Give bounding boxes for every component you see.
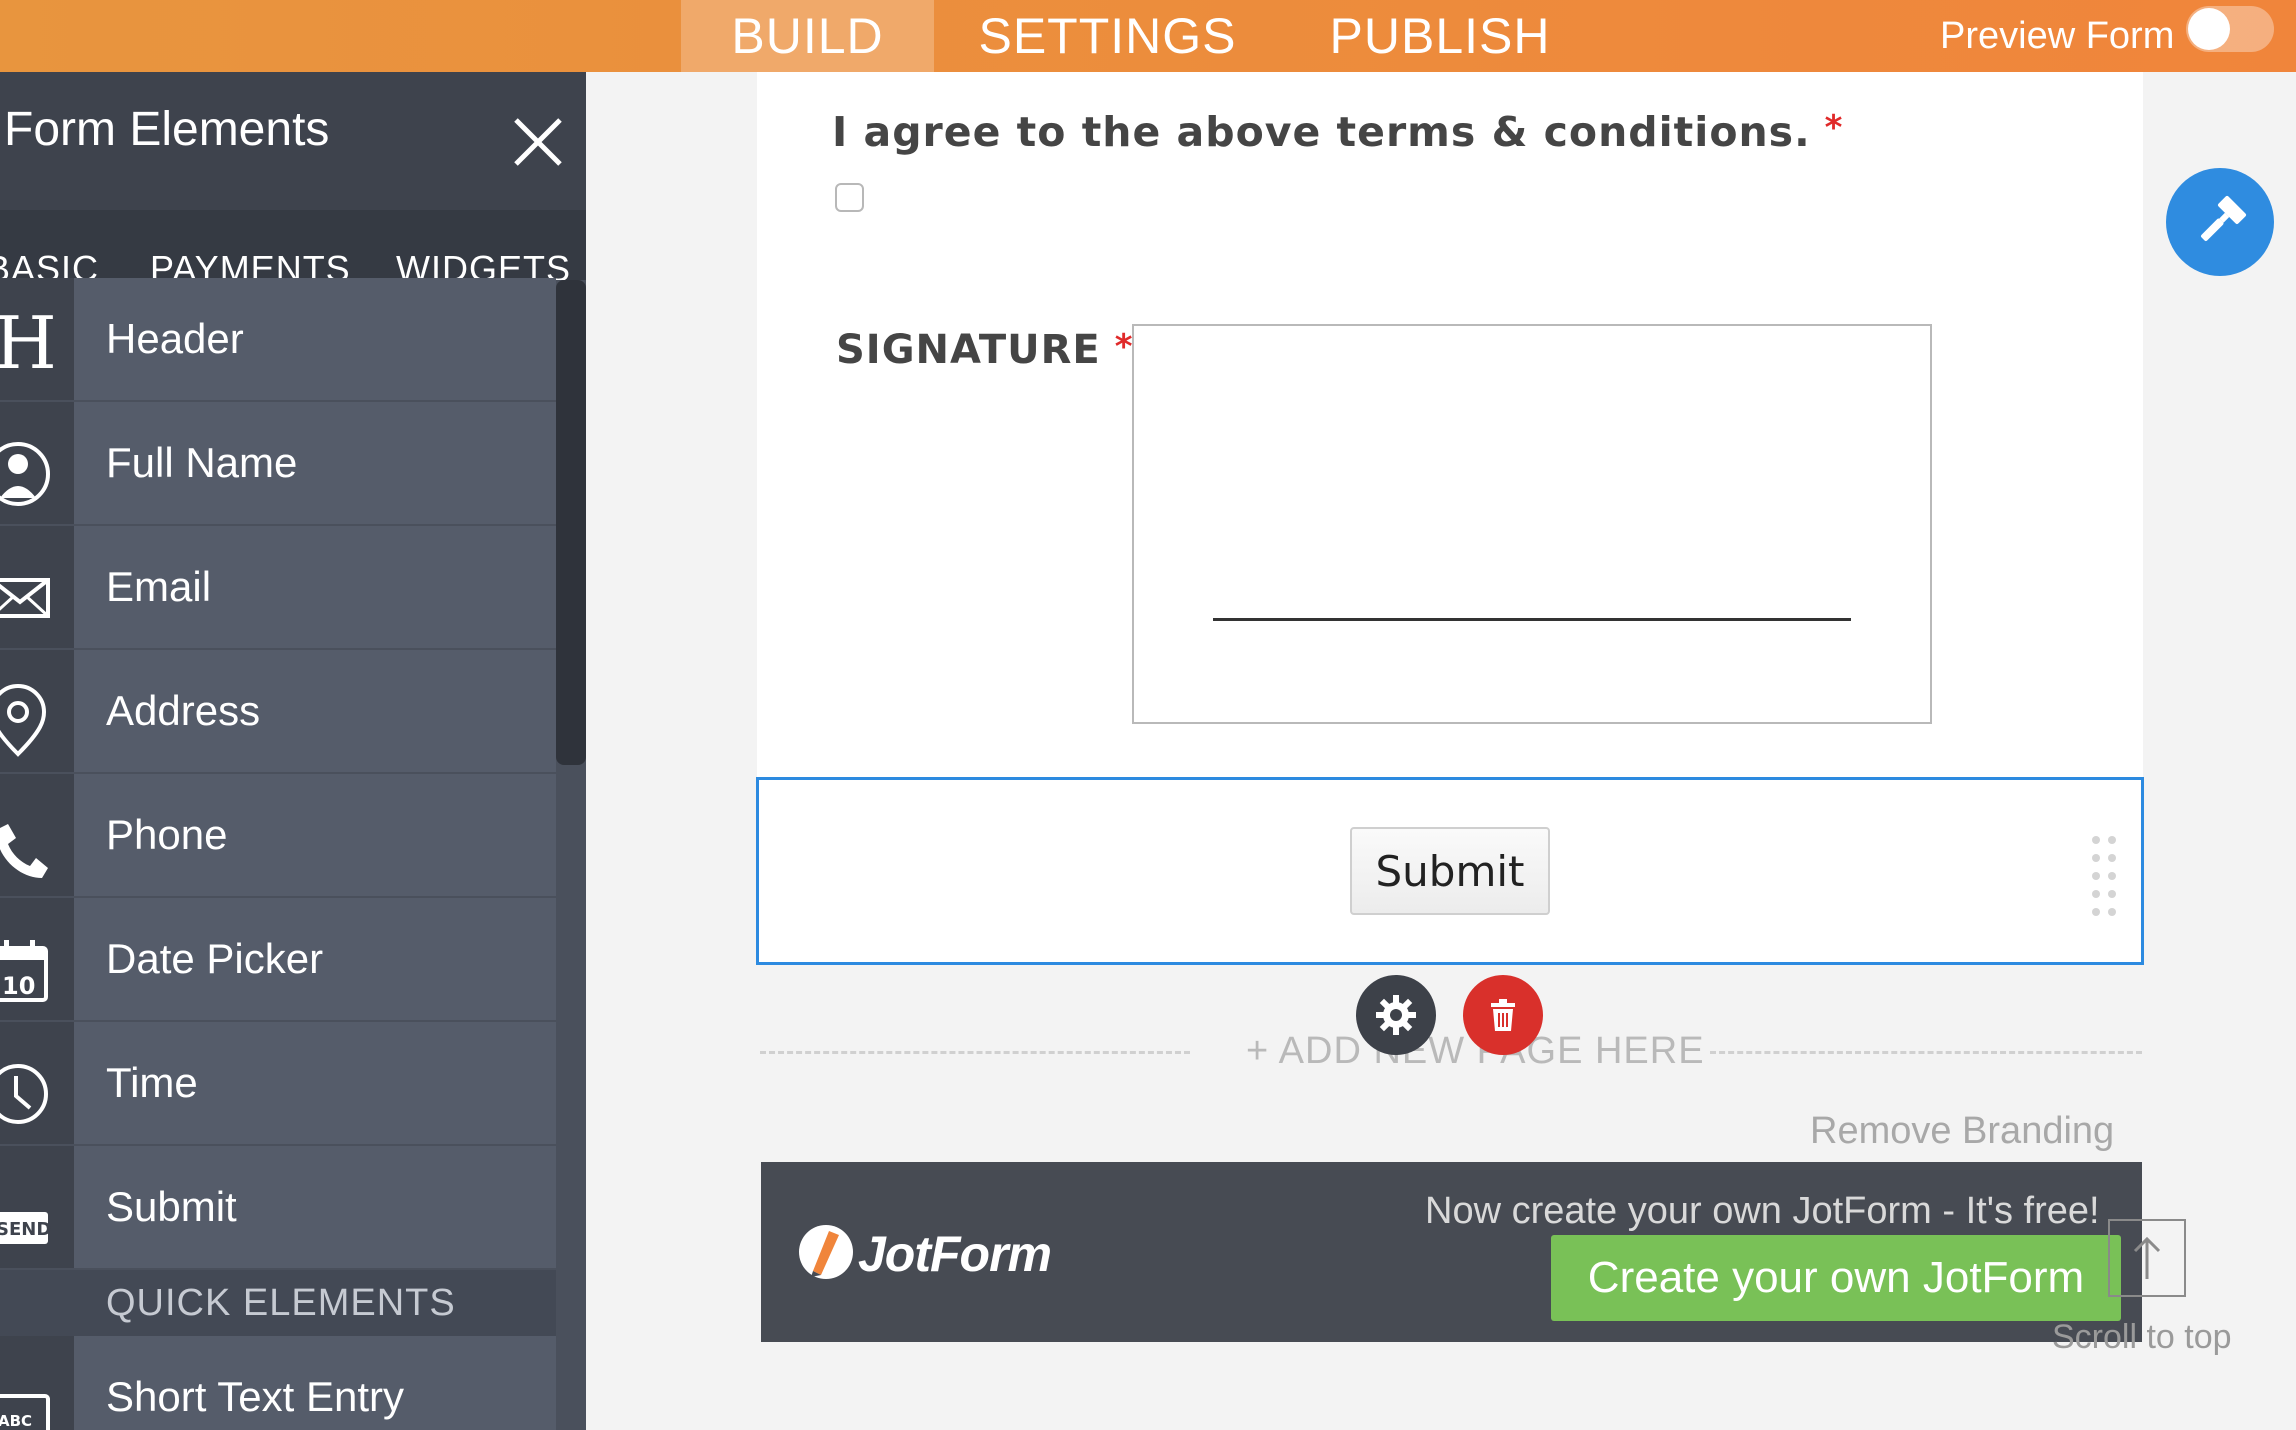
form-designer-button[interactable] bbox=[2166, 168, 2274, 276]
page-break-divider-left bbox=[760, 1051, 1190, 1054]
jotform-logo-text: JotForm bbox=[858, 1226, 1052, 1282]
required-mark: * bbox=[1824, 108, 1844, 148]
required-mark: * bbox=[1114, 327, 1134, 367]
form-elements-sidebar: Form Elements BASIC PAYMENTS WIDGETS H H… bbox=[0, 72, 586, 1430]
close-sidebar-button[interactable] bbox=[508, 112, 568, 172]
tab-settings[interactable]: SETTINGS bbox=[940, 0, 1275, 72]
scroll-to-top-label: Scroll to top bbox=[2052, 1318, 2232, 1356]
element-label: Full Name bbox=[106, 439, 298, 486]
calendar-icon-text: 10 bbox=[2, 972, 35, 1000]
send-icon-text: SEND bbox=[0, 1219, 51, 1240]
preview-form-label: Preview Form bbox=[1940, 15, 2175, 57]
element-label: Header bbox=[106, 315, 244, 362]
element-date-picker[interactable]: 10 Date Picker bbox=[0, 898, 556, 1022]
sidebar-title: Form Elements bbox=[4, 103, 330, 156]
element-submit[interactable]: SEND Submit bbox=[0, 1146, 556, 1270]
element-label: Address bbox=[106, 687, 261, 734]
sidebar-tab-widgets[interactable]: WIDGETS bbox=[396, 248, 571, 280]
element-label: Short Text Entry bbox=[106, 1373, 405, 1420]
element-address[interactable]: Address bbox=[0, 650, 556, 774]
phone-icon bbox=[0, 774, 74, 896]
scroll-to-top-button[interactable] bbox=[2108, 1219, 2186, 1297]
tab-publish[interactable]: PUBLISH bbox=[1290, 0, 1590, 72]
sidebar-header: Form Elements bbox=[0, 72, 586, 210]
submit-button[interactable]: Submit bbox=[1350, 827, 1550, 915]
element-time[interactable]: Time bbox=[0, 1022, 556, 1146]
create-jotform-button[interactable]: Create your own JotForm bbox=[1551, 1235, 2121, 1321]
calendar-icon: 10 bbox=[0, 898, 74, 1020]
element-full-name[interactable]: Full Name bbox=[0, 402, 556, 526]
paint-roller-icon bbox=[2201, 195, 2247, 241]
user-icon bbox=[0, 402, 74, 524]
element-label: Date Picker bbox=[106, 935, 324, 982]
page-break-divider-right bbox=[1710, 1051, 2142, 1054]
element-short-text-entry[interactable]: ABC Short Text Entry bbox=[0, 1336, 556, 1430]
element-header[interactable]: H Header bbox=[0, 278, 556, 402]
signature-label-text: SIGNATURE bbox=[836, 327, 1101, 373]
sidebar-tab-payments[interactable]: PAYMENTS bbox=[150, 248, 351, 280]
gear-icon bbox=[1376, 995, 1416, 1035]
delete-field-button[interactable] bbox=[1463, 975, 1543, 1055]
clock-icon bbox=[0, 1022, 74, 1144]
terms-label-text: I agree to the above terms & conditions. bbox=[832, 108, 1811, 156]
text-box-icon: ABC bbox=[0, 1336, 74, 1430]
element-label: Email bbox=[106, 563, 212, 610]
text-box-icon-text: ABC bbox=[0, 1412, 32, 1430]
signature-question-label: SIGNATURE * bbox=[836, 327, 1134, 373]
arrow-up-icon bbox=[2133, 1236, 2161, 1279]
element-label: Submit bbox=[106, 1183, 237, 1230]
close-icon bbox=[514, 118, 562, 166]
element-label: Time bbox=[106, 1059, 198, 1106]
element-list: H Header Full Name Email Address Phone 1… bbox=[0, 278, 556, 1430]
send-icon: SEND bbox=[0, 1146, 74, 1268]
banner-tagline: Now create your own JotForm - It's free! bbox=[1425, 1190, 2100, 1232]
sidebar-tabs: BASIC PAYMENTS WIDGETS bbox=[0, 210, 586, 280]
element-email[interactable]: Email bbox=[0, 526, 556, 650]
jotform-logo-icon bbox=[799, 1225, 853, 1279]
sidebar-scrollbar[interactable] bbox=[556, 280, 586, 765]
toggle-knob bbox=[2188, 8, 2230, 50]
signature-line bbox=[1213, 618, 1851, 621]
sidebar-tab-basic[interactable]: BASIC bbox=[0, 248, 99, 280]
location-pin-icon bbox=[0, 650, 74, 772]
terms-question-label: I agree to the above terms & conditions.… bbox=[832, 108, 1843, 156]
remove-branding-link[interactable]: Remove Branding bbox=[1810, 1110, 2114, 1153]
signature-pad[interactable] bbox=[1132, 324, 1932, 724]
header-icon: H bbox=[0, 278, 74, 400]
element-phone[interactable]: Phone bbox=[0, 774, 556, 898]
quick-elements-label: QUICK ELEMENTS bbox=[106, 1282, 456, 1324]
envelope-icon bbox=[0, 526, 74, 648]
drag-handle[interactable] bbox=[2090, 836, 2118, 916]
field-settings-button[interactable] bbox=[1356, 975, 1436, 1055]
element-label: Phone bbox=[106, 811, 228, 858]
svg-text:H: H bbox=[0, 301, 57, 385]
tab-build[interactable]: BUILD bbox=[681, 0, 934, 72]
trash-icon bbox=[1491, 999, 1515, 1031]
preview-form-toggle[interactable] bbox=[2186, 6, 2274, 52]
terms-checkbox[interactable] bbox=[835, 183, 864, 212]
quick-elements-heading: QUICK ELEMENTS bbox=[0, 1270, 556, 1336]
